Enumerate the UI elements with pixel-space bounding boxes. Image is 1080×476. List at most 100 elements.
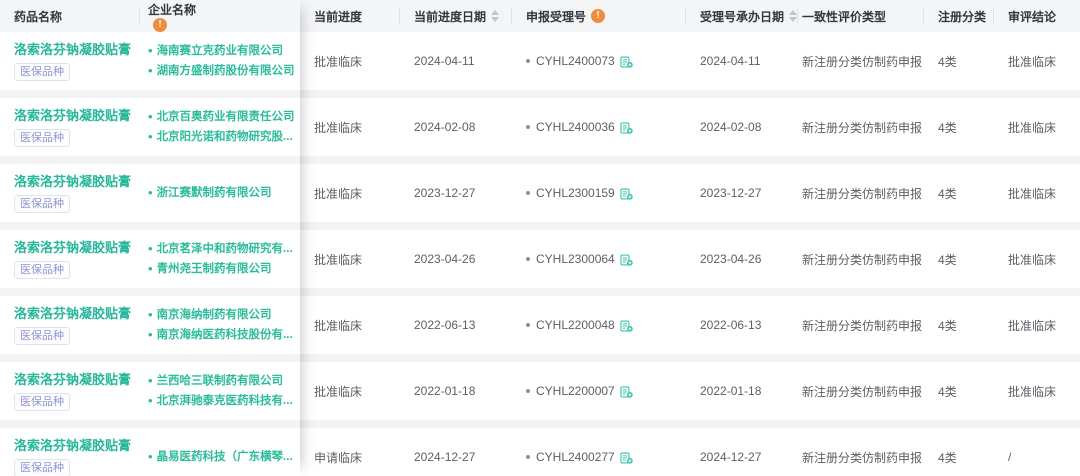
company-link[interactable]: •北京湃驰泰克医药科技有... [148,391,293,411]
drug-name-link[interactable]: 洛索洛芬钠凝胶贴膏 [14,438,131,454]
bullet-icon [526,389,530,393]
header-acceptance-no: 申报受理号 ! [512,0,686,32]
fixed-columns-pane: 药品名称 企业名称 ! 洛索洛芬钠凝胶贴膏 医保品种 •海南赛立克药业有限公司•… [0,0,300,476]
acceptance-no-text: CYHL2300064 [536,252,615,266]
drug-name-link[interactable]: 洛索洛芬钠凝胶贴膏 [14,108,131,124]
table-row: 洛索洛芬钠凝胶贴膏 医保品种 •晶易医药科技（广东横琴... [0,428,300,476]
header-label: 注册分类 [938,8,986,25]
progress-cell: 批准临床 [300,32,400,90]
company-link[interactable]: •浙江赛默制药有限公司 [148,183,272,203]
progress-date-cell: 2024-12-27 [400,428,512,476]
progress-date-cell: 2023-12-27 [400,164,512,222]
company-link[interactable]: •南京海纳医药科技股份有... [148,325,293,345]
table-row: 批准临床 2024-02-08 CYHL2400036 2024-02-08 新… [300,98,1080,156]
copy-report-icon[interactable] [620,55,633,68]
bullet-icon: • [148,325,153,345]
medical-insurance-badge: 医保品种 [14,63,70,81]
drug-cell: 洛索洛芬钠凝胶贴膏 医保品种 [0,296,140,354]
company-link[interactable]: •北京百奥药业有限责任公司 [148,107,295,127]
bullet-icon: • [148,259,153,279]
table-row: 洛索洛芬钠凝胶贴膏 医保品种 •北京百奥药业有限责任公司•北京阳光诺和药物研究股… [0,98,300,156]
bullet-icon [526,125,530,129]
bullet-icon: • [148,391,153,411]
table-row: 申请临床 2024-12-27 CYHL2400277 2024-12-27 新… [300,428,1080,476]
drug-cell: 洛索洛芬钠凝胶贴膏 医保品种 [0,230,140,288]
reg-class-cell: 4类 [924,296,994,354]
company-cell: •浙江赛默制药有限公司 [140,164,300,222]
header-conclusion: 审评结论 [994,0,1080,32]
header-current-progress: 当前进度 [300,0,400,32]
table-row: 批准临床 2023-12-27 CYHL2300159 2023-12-27 新… [300,164,1080,222]
progress-cell: 批准临床 [300,362,400,420]
header-acceptance-date[interactable]: 受理号承办日期 [686,0,798,32]
medical-insurance-badge: 医保品种 [14,393,70,411]
acceptance-no-text: CYHL2200007 [536,384,615,398]
acceptance-no-cell: CYHL2200048 [512,296,686,354]
acceptance-date-cell: 2022-01-18 [686,362,798,420]
copy-report-icon[interactable] [620,121,633,134]
header-company-name: 企业名称 ! [140,0,300,32]
reg-class-cell: 4类 [924,230,994,288]
progress-cell: 批准临床 [300,164,400,222]
company-name: 海南赛立克药业有限公司 [157,41,284,61]
header-label: 审评结论 [1008,8,1056,25]
company-name: 北京阳光诺和药物研究股... [157,127,293,147]
company-link[interactable]: •南京海纳制药有限公司 [148,305,272,325]
acceptance-date-cell: 2022-06-13 [686,296,798,354]
drug-name-link[interactable]: 洛索洛芬钠凝胶贴膏 [14,42,131,58]
conclusion-cell: 批准临床 [994,164,1080,222]
copy-report-icon[interactable] [620,451,633,464]
company-link[interactable]: •晶易医药科技（广东横琴... [148,447,293,467]
info-icon[interactable]: ! [591,9,605,23]
company-link[interactable]: •北京阳光诺和药物研究股... [148,127,293,147]
conclusion-cell: 批准临床 [994,98,1080,156]
acceptance-no-cell: CYHL2200007 [512,362,686,420]
sort-carets-icon[interactable] [789,10,797,22]
copy-report-icon[interactable] [620,385,633,398]
sort-carets-icon[interactable] [491,10,499,22]
copy-report-icon[interactable] [620,187,633,200]
drug-name-link[interactable]: 洛索洛芬钠凝胶贴膏 [14,240,131,256]
info-icon[interactable]: ! [153,18,167,32]
bullet-icon [526,455,530,459]
company-link[interactable]: •北京茗泽中和药物研究有... [148,239,293,259]
bullet-icon: • [148,447,153,467]
acceptance-date-cell: 2024-12-27 [686,428,798,476]
header-drug-name: 药品名称 [0,0,140,32]
acceptance-no-cell: CYHL2300159 [512,164,686,222]
acceptance-no-text: CYHL2400036 [536,120,615,134]
eval-type-cell: 新注册分类仿制药申报 [798,296,924,354]
company-name: 北京湃驰泰克医药科技有... [157,391,293,411]
drug-cell: 洛索洛芬钠凝胶贴膏 医保品种 [0,32,140,90]
bullet-icon: • [148,239,153,259]
acceptance-date-cell: 2024-02-08 [686,98,798,156]
reg-class-cell: 4类 [924,32,994,90]
company-link[interactable]: •青州尧王制药有限公司 [148,259,272,279]
company-name: 兰西哈三联制药有限公司 [157,371,284,391]
progress-date-cell: 2024-02-08 [400,98,512,156]
header-label: 药品名称 [14,8,62,25]
reg-class-cell: 4类 [924,164,994,222]
company-link[interactable]: •兰西哈三联制药有限公司 [148,371,283,391]
header-reg-class: 注册分类 [924,0,994,32]
table-row: 洛索洛芬钠凝胶贴膏 医保品种 •海南赛立克药业有限公司•湖南方盛制药股份有限公司 [0,32,300,90]
progress-cell: 批准临床 [300,98,400,156]
copy-report-icon[interactable] [620,319,633,332]
drug-name-link[interactable]: 洛索洛芬钠凝胶贴膏 [14,174,131,190]
company-link[interactable]: •湖南方盛制药股份有限公司 [148,61,295,81]
acceptance-no-cell: CYHL2300064 [512,230,686,288]
drug-cell: 洛索洛芬钠凝胶贴膏 医保品种 [0,362,140,420]
acceptance-no-text: CYHL2200048 [536,318,615,332]
company-link[interactable]: •海南赛立克药业有限公司 [148,41,283,61]
header-eval-type: 一致性评价类型 [798,0,924,32]
copy-report-icon[interactable] [620,253,633,266]
progress-date-cell: 2023-04-26 [400,230,512,288]
progress-cell: 申请临床 [300,428,400,476]
drug-name-link[interactable]: 洛索洛芬钠凝胶贴膏 [14,372,131,388]
drug-cell: 洛索洛芬钠凝胶贴膏 医保品种 [0,164,140,222]
progress-date-cell: 2022-06-13 [400,296,512,354]
drug-name-link[interactable]: 洛索洛芬钠凝胶贴膏 [14,306,131,322]
progress-date-cell: 2022-01-18 [400,362,512,420]
header-label: 企业名称 [148,1,196,18]
header-progress-date[interactable]: 当前进度日期 [400,0,512,32]
